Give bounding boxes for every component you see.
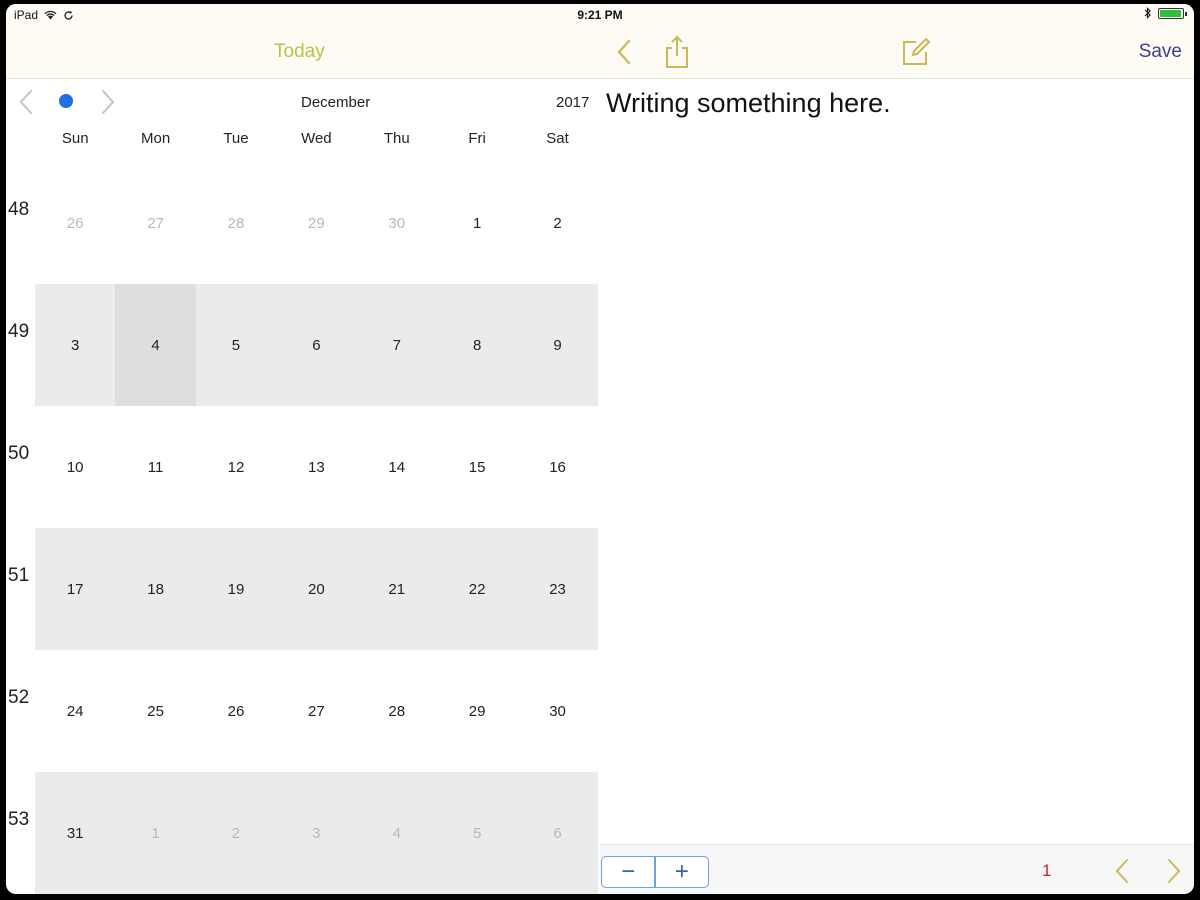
week-days: 24 25 26 27 28 29 30 <box>35 650 598 772</box>
weekday-mon: Mon <box>140 130 171 147</box>
calendar-day[interactable]: 22 <box>437 528 517 650</box>
calendar-day[interactable]: 2 <box>196 772 276 894</box>
back-chevron-icon[interactable] <box>612 37 636 67</box>
weekday-thu: Thu <box>383 130 410 147</box>
calendar-week: 51 17 18 19 20 21 22 23 <box>6 528 600 650</box>
calendar-month: December <box>301 94 371 111</box>
calendar-day[interactable]: 17 <box>35 528 115 650</box>
status-bar: iPad 9:21 PM <box>6 4 1194 26</box>
compose-icon[interactable] <box>900 36 932 68</box>
prev-month-chevron-icon[interactable] <box>16 88 36 116</box>
calendar-day[interactable]: 26 <box>35 162 115 284</box>
week-days: 31 1 2 3 4 5 6 <box>35 772 598 894</box>
calendar-day[interactable]: 6 <box>517 772 597 894</box>
decrease-button[interactable]: − <box>602 857 654 887</box>
weekday-row: Sun Mon Tue Wed Thu Fri Sat <box>35 130 598 152</box>
calendar-week: 52 24 25 26 27 28 29 30 <box>6 650 600 772</box>
calendar-day[interactable]: 15 <box>437 406 517 528</box>
bluetooth-icon <box>1144 7 1151 19</box>
week-days: 10 11 12 13 14 15 16 <box>35 406 598 528</box>
calendar-day[interactable]: 8 <box>437 284 517 406</box>
calendar-day[interactable]: 3 <box>35 284 115 406</box>
calendar-day[interactable]: 30 <box>517 650 597 772</box>
week-number: 51 <box>8 565 30 586</box>
calendar-day[interactable]: 28 <box>196 162 276 284</box>
calendar-day[interactable]: 1 <box>115 772 195 894</box>
calendar-day[interactable]: 19 <box>196 528 276 650</box>
status-right <box>1144 7 1187 19</box>
calendar-day-selected[interactable]: 4 <box>115 284 196 406</box>
calendar-year: 2017 <box>556 94 590 111</box>
calendar-day[interactable]: 12 <box>196 406 276 528</box>
week-days: 3 4 5 6 7 8 9 <box>35 284 598 406</box>
calendar-day[interactable]: 10 <box>35 406 115 528</box>
page-number: 1 <box>1042 861 1052 880</box>
week-days: 26 27 28 29 30 1 2 <box>35 162 598 284</box>
calendar-day[interactable]: 5 <box>437 772 517 894</box>
battery-icon <box>1158 7 1187 19</box>
next-page-chevron-icon[interactable] <box>1164 857 1184 885</box>
week-number: 50 <box>8 443 30 464</box>
battery-level <box>1160 9 1181 17</box>
calendar-day[interactable]: 29 <box>276 162 356 284</box>
week-number: 52 <box>8 687 30 708</box>
week-number: 49 <box>8 321 30 342</box>
calendar-day[interactable]: 30 <box>357 162 437 284</box>
calendar-week: 49 3 4 5 6 7 8 9 <box>6 284 600 406</box>
increase-button[interactable]: + <box>656 857 708 887</box>
weekday-sun: Sun <box>61 130 89 147</box>
calendar-day[interactable]: 27 <box>276 650 356 772</box>
save-button[interactable]: Save <box>1139 41 1182 63</box>
weekday-wed: Wed <box>301 130 332 147</box>
calendar-header: December 2017 <box>6 84 600 120</box>
share-icon[interactable] <box>662 34 692 70</box>
calendar-day[interactable]: 20 <box>276 528 356 650</box>
calendar-day[interactable]: 11 <box>115 406 195 528</box>
today-button[interactable]: Today <box>274 41 325 63</box>
calendar-day[interactable]: 23 <box>517 528 597 650</box>
calendar-day[interactable]: 1 <box>437 162 517 284</box>
note-editor[interactable]: Writing something here. <box>606 88 1186 119</box>
calendar-day[interactable]: 3 <box>276 772 356 894</box>
calendar-day[interactable]: 9 <box>517 284 597 406</box>
calendar-day[interactable]: 13 <box>276 406 356 528</box>
calendar-day[interactable]: 5 <box>196 284 276 406</box>
calendar-day[interactable]: 16 <box>517 406 597 528</box>
calendar-day[interactable]: 14 <box>357 406 437 528</box>
calendar-day[interactable]: 26 <box>196 650 276 772</box>
calendar-day[interactable]: 18 <box>115 528 195 650</box>
next-month-chevron-icon[interactable] <box>98 88 118 116</box>
ipad-screen: iPad 9:21 PM Today Save December 2017 Su… <box>6 4 1194 894</box>
current-month-dot[interactable] <box>59 94 73 108</box>
week-number: 53 <box>8 809 30 830</box>
calendar-day[interactable]: 27 <box>115 162 195 284</box>
calendar-week: 53 31 1 2 3 4 5 6 <box>6 772 600 894</box>
calendar-week: 48 26 27 28 29 30 1 2 <box>6 162 600 284</box>
calendar-week: 50 10 11 12 13 14 15 16 <box>6 406 600 528</box>
calendar-day[interactable]: 31 <box>35 772 115 894</box>
status-time: 9:21 PM <box>577 8 623 22</box>
calendar-day[interactable]: 25 <box>115 650 195 772</box>
calendar-day[interactable]: 2 <box>517 162 597 284</box>
font-size-stepper: − + <box>601 856 709 888</box>
week-days: 17 18 19 20 21 22 23 <box>35 528 598 650</box>
calendar-day[interactable]: 29 <box>437 650 517 772</box>
weekday-sat: Sat <box>546 130 569 147</box>
calendar-day[interactable]: 6 <box>276 284 356 406</box>
calendar-day[interactable]: 21 <box>357 528 437 650</box>
bottom-toolbar: − + 1 <box>600 844 1194 894</box>
calendar-grid: 48 26 27 28 29 30 1 2 49 3 4 5 6 7 8 9 5… <box>6 162 600 894</box>
weekday-tue: Tue <box>223 130 249 147</box>
week-number: 48 <box>8 199 30 220</box>
calendar-day[interactable]: 24 <box>35 650 115 772</box>
calendar-day[interactable]: 28 <box>357 650 437 772</box>
calendar-day[interactable]: 4 <box>357 772 437 894</box>
nav-bar: Today Save <box>6 26 1194 79</box>
weekday-fri: Fri <box>468 130 486 147</box>
prev-page-chevron-icon[interactable] <box>1112 857 1132 885</box>
calendar-day[interactable]: 7 <box>357 284 437 406</box>
